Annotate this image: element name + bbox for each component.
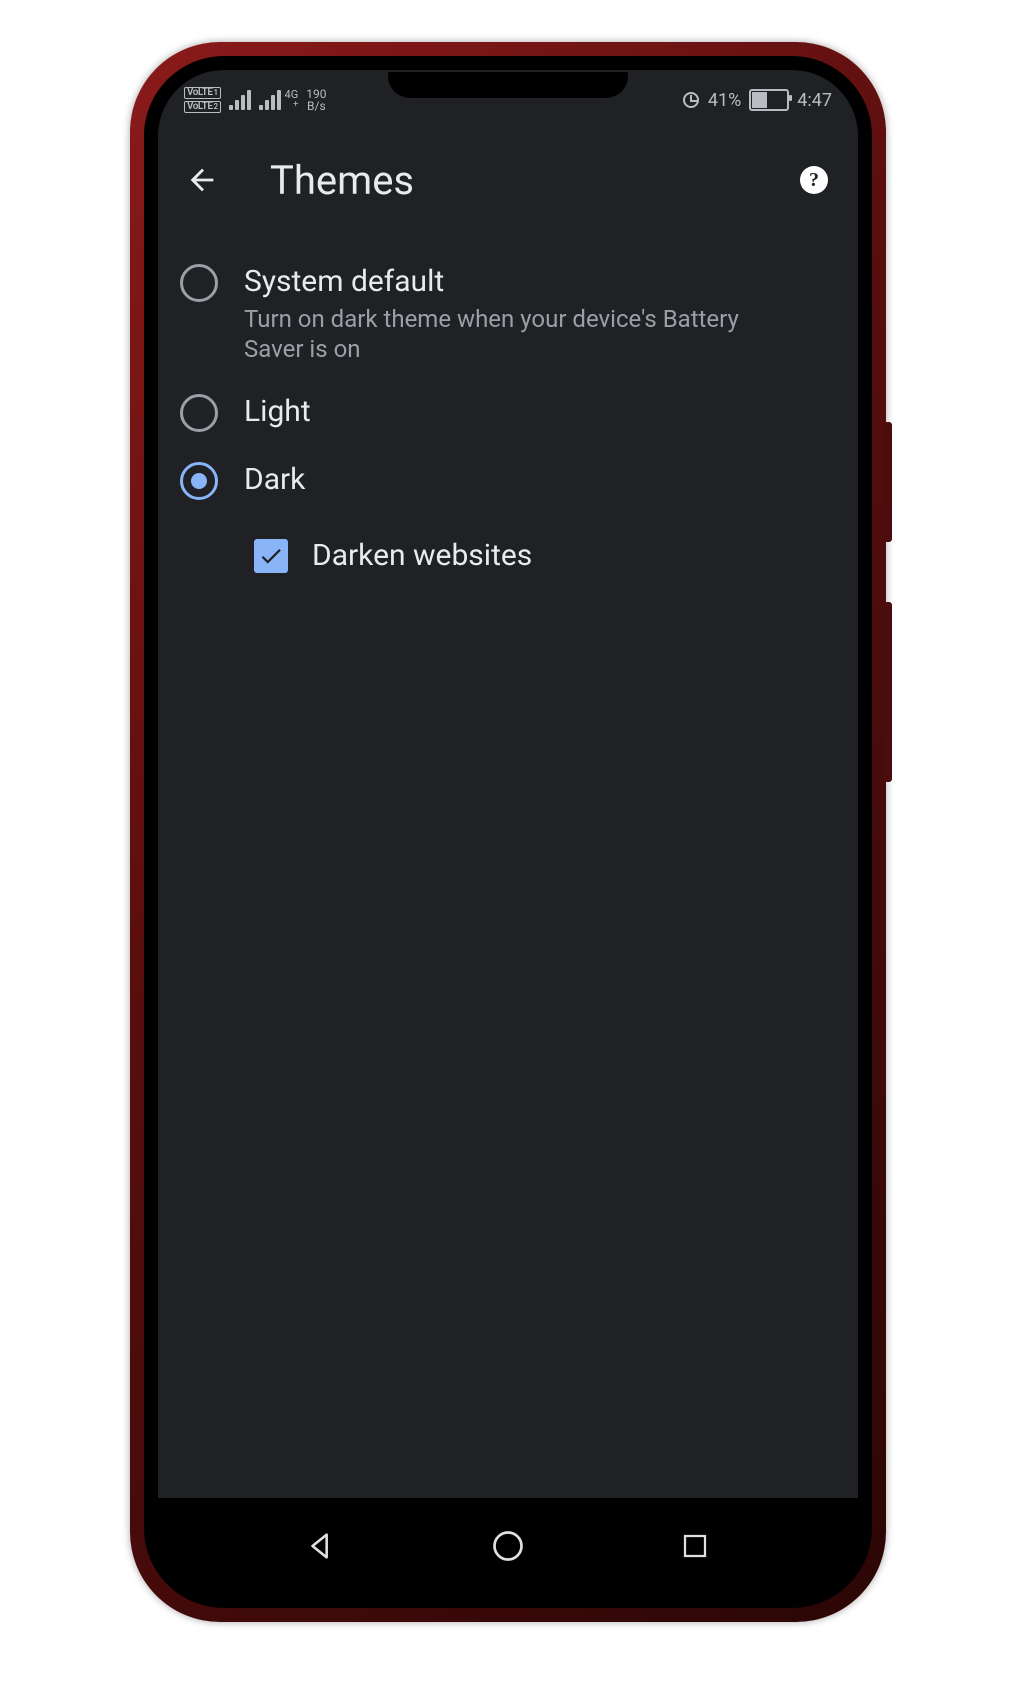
triangle-back-icon <box>304 1529 338 1563</box>
alarm-icon <box>682 91 700 109</box>
settings-content: System default Turn on dark theme when y… <box>158 230 858 1498</box>
nav-recents-button[interactable] <box>665 1516 725 1576</box>
theme-option-system-default[interactable]: System default Turn on dark theme when y… <box>158 248 858 378</box>
circle-home-icon <box>490 1528 526 1564</box>
network-4g-label: 4G + <box>285 90 299 110</box>
option-title: Dark <box>244 462 305 498</box>
battery-percentage: 41% <box>708 90 741 111</box>
help-button[interactable]: ? <box>790 156 838 204</box>
page-title: Themes <box>270 157 762 204</box>
app-bar: Themes ? <box>158 130 858 230</box>
clock-time: 4:47 <box>797 90 832 111</box>
nav-home-button[interactable] <box>478 1516 538 1576</box>
phone-side-button <box>884 602 892 782</box>
network-speed: 190 B/s <box>306 88 326 112</box>
arrow-back-icon <box>185 163 219 197</box>
battery-icon <box>749 89 789 111</box>
volte-indicator-stack: VoLTE1 VoLTE2 <box>184 87 221 113</box>
radio-icon <box>180 462 218 500</box>
phone-side-button <box>884 422 892 542</box>
signal-strength-icon <box>229 90 251 110</box>
square-recents-icon <box>680 1531 710 1561</box>
darken-websites-checkbox-row[interactable]: Darken websites <box>158 524 858 588</box>
screen: VoLTE1 VoLTE2 4G <box>158 70 858 1594</box>
checkbox-label: Darken websites <box>312 538 532 574</box>
checkmark-icon <box>258 543 284 569</box>
option-title: System default <box>244 264 744 300</box>
checkbox-checked-icon <box>254 539 288 573</box>
signal-strength-icon <box>259 90 281 110</box>
theme-option-light[interactable]: Light <box>158 378 858 446</box>
help-icon: ? <box>800 166 828 194</box>
volte-indicator-1: VoLTE1 <box>184 87 221 99</box>
radio-icon <box>180 264 218 302</box>
system-nav-bar <box>158 1498 858 1594</box>
option-title: Light <box>244 394 311 430</box>
back-button[interactable] <box>178 156 226 204</box>
volte-indicator-2: VoLTE2 <box>184 101 221 113</box>
option-subtitle: Turn on dark theme when your device's Ba… <box>244 304 744 364</box>
phone-notch <box>388 72 628 98</box>
theme-option-dark[interactable]: Dark <box>158 446 858 514</box>
nav-back-button[interactable] <box>291 1516 351 1576</box>
radio-icon <box>180 394 218 432</box>
phone-frame: VoLTE1 VoLTE2 4G <box>130 42 886 1622</box>
